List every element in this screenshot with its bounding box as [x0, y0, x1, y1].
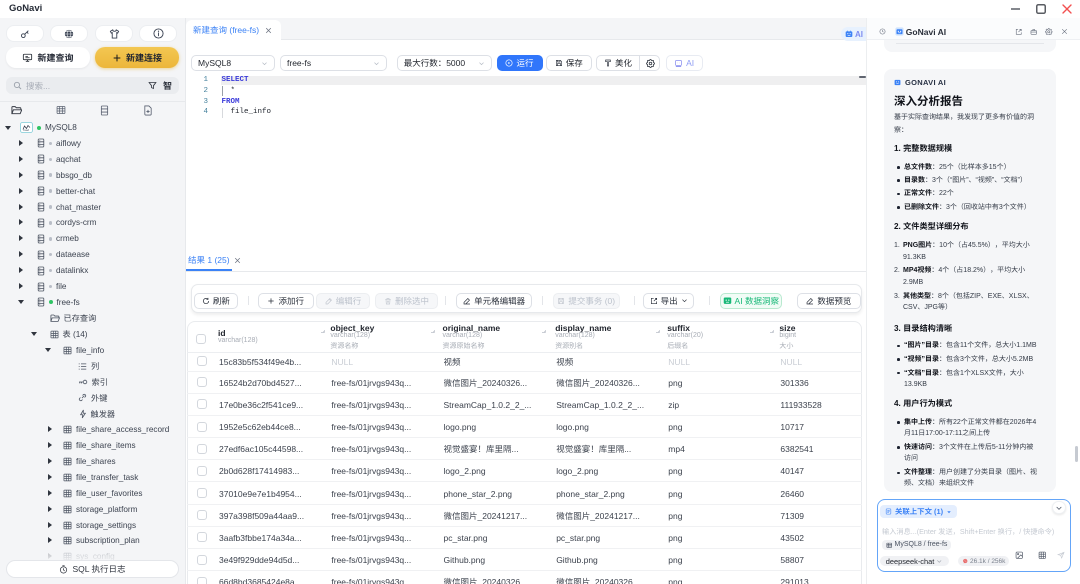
svg-text:navi: navi [24, 128, 30, 132]
